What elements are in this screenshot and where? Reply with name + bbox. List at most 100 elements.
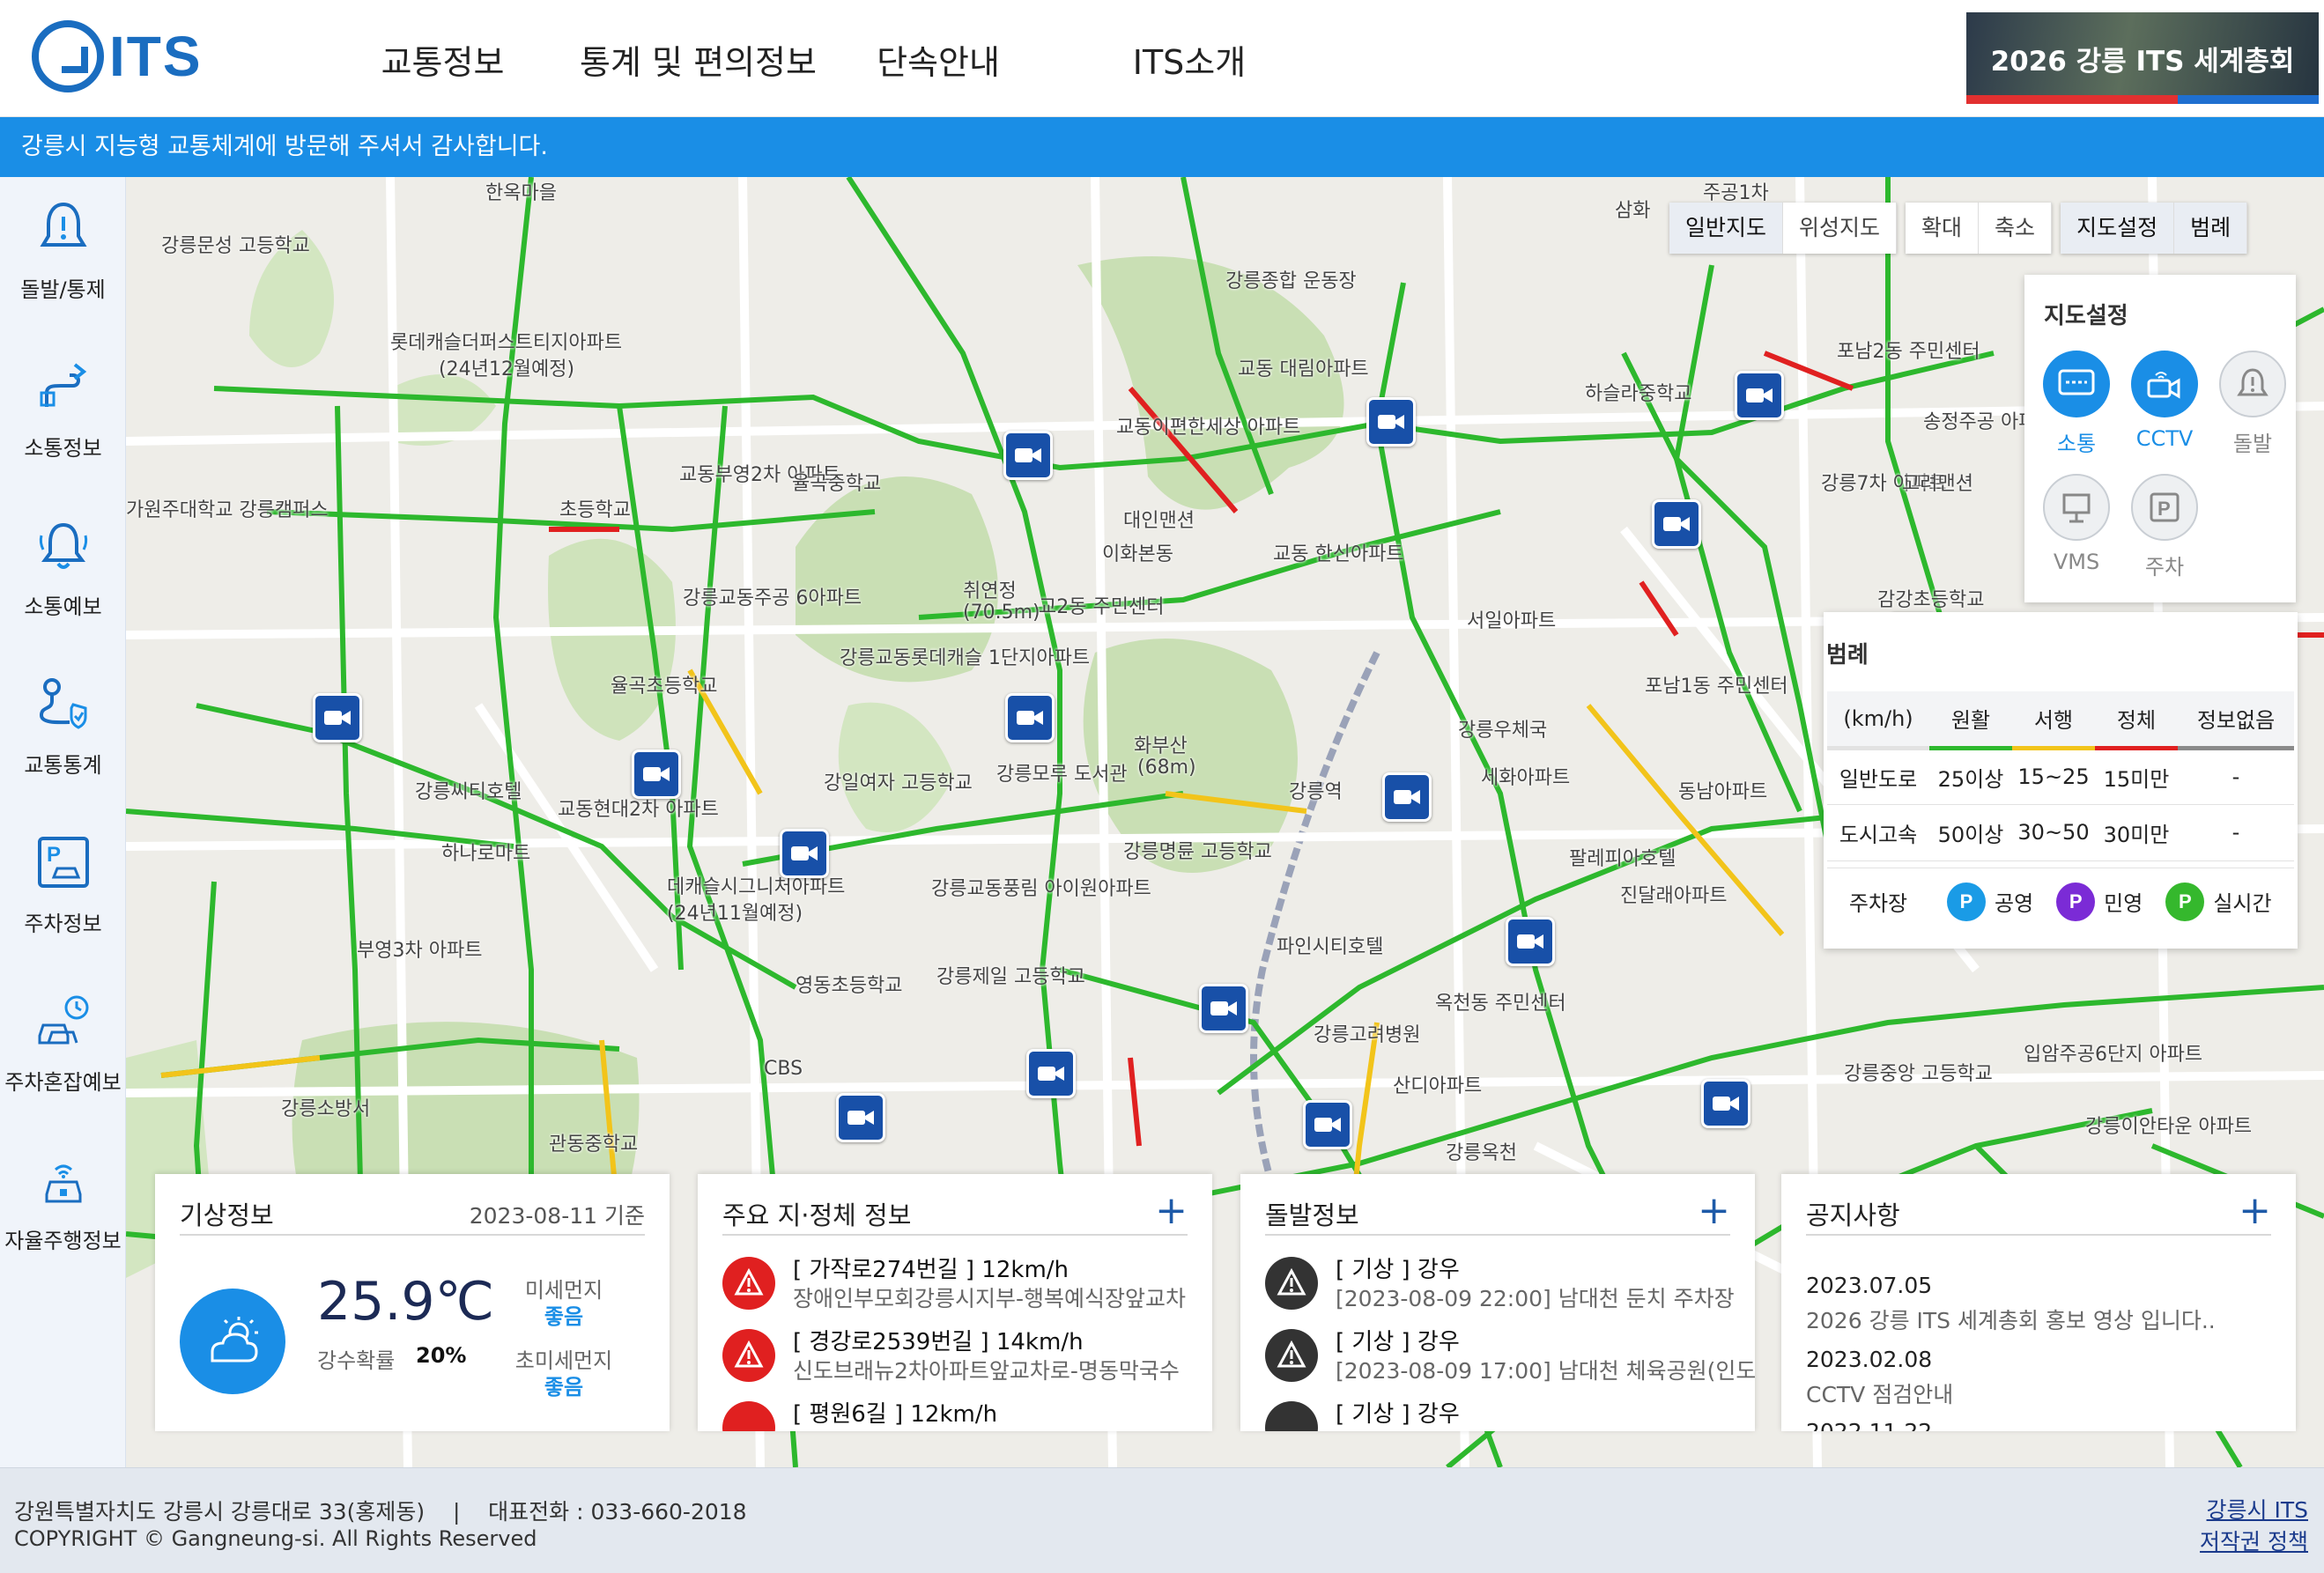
satellite-map-button[interactable]: 위성지도 <box>1783 203 1898 254</box>
map-place-label: 진달래아파트 <box>1620 885 1728 907</box>
sidebar-item-label: 교통통계 <box>24 753 102 778</box>
incident-item-title: [ 기상 ] 강우 <box>1336 1401 1460 1428</box>
map-place-label: 롯데캐슬더퍼스트티지아파트 <box>390 332 623 354</box>
layer-toggle-parking[interactable]: P 주차 <box>2125 474 2204 580</box>
weather-panel: 기상정보 2023-08-11 기준 25.9℃ 강수확률 20% 미세먼지 좋… <box>155 1174 670 1431</box>
cctv-marker[interactable] <box>1735 371 1784 420</box>
incident-icon <box>2219 351 2286 417</box>
congestion-more-button[interactable]: + <box>1155 1188 1188 1233</box>
cctv-marker[interactable] <box>780 829 829 878</box>
nav-enforcement[interactable]: 단속안내 <box>846 35 1031 84</box>
nav-traffic-info[interactable]: 교통정보 <box>335 35 551 84</box>
legend-table: (km/h) 원활 서행 정체 정보없음 일반도로 25이상 15~25 15미… <box>1827 691 2294 861</box>
incident-header: 돌발정보 + <box>1265 1188 1730 1236</box>
incident-item[interactable]: [ 기상 ] 강우 [2023-08-09 22:00] 남대천 둔치 주차장 <box>1265 1252 1737 1311</box>
footer-copyright: COPYRIGHT © Gangneung-si. All Rights Res… <box>14 1526 537 1551</box>
cctv-marker[interactable] <box>1382 772 1432 822</box>
incident-icon <box>1265 1257 1318 1310</box>
nav-statistics[interactable]: 통계 및 편의정보 <box>551 35 846 84</box>
parking-type-label: 공영 <box>1995 891 2034 916</box>
traffic-icon <box>2043 351 2110 417</box>
header: ITS 교통정보 통계 및 편의정보 단속안내 ITS소개 2026 강릉 IT… <box>0 0 2324 117</box>
map-place-label: 주공1차 <box>1703 182 1769 204</box>
incident-item[interactable]: [ 기상 ] 강우 [2023-08-09 17:00] 남대천 체육공원(인도 <box>1265 1324 1755 1384</box>
legend-cell: - <box>2178 748 2294 805</box>
incident-item[interactable]: [ 기상 ] 강우 <box>1265 1396 1737 1431</box>
cctv-marker[interactable] <box>632 750 681 799</box>
congestion-item-title: [ 평원6길 ] 12km/h <box>793 1401 998 1428</box>
legend-panel: 범례 (km/h) 원활 서행 정체 정보없음 일반도로 25이상 15~25 … <box>1824 612 2298 949</box>
map-place-label: 율곡중학교 <box>792 473 882 495</box>
its-congress-banner[interactable]: 2026 강릉 ITS 세계총회 <box>1966 12 2319 104</box>
map-place-label: 팔레피아호텔 <box>1569 848 1676 870</box>
notice-item[interactable]: 2023.07.05 2026 강릉 ITS 세계총회 홍보 영상 입니다.. <box>1806 1273 2216 1335</box>
cctv-camera-icon <box>1015 448 1041 462</box>
congestion-panel: 주요 지·정체 정보 + [ 가작로274번길 ] 12km/h 장애인부모회강… <box>698 1174 1212 1431</box>
congestion-header: 주요 지·정체 정보 + <box>722 1188 1188 1236</box>
cctv-marker[interactable] <box>1303 1100 1352 1149</box>
legend-cell: 15미만 <box>2095 748 2178 805</box>
layer-label: 주차 <box>2144 555 2185 580</box>
map-place-label: 세화아파트 <box>1481 767 1571 789</box>
sidebar-item-parking-forecast[interactable]: 주차혼잡예보 <box>0 970 126 1119</box>
map-place-label: 부영3차 아파트 <box>357 940 483 962</box>
map-place-label: (24년11월예정) <box>667 903 803 925</box>
cctv-marker[interactable] <box>1506 917 1555 966</box>
footer-link-its[interactable]: 강릉시 ITS <box>2200 1495 2308 1526</box>
layer-toggle-traffic[interactable]: 소통 <box>2037 351 2116 457</box>
map-place-label: 옥천동 주민센터 <box>1435 993 1566 1015</box>
layer-toggle-incident[interactable]: 돌발 <box>2213 351 2292 457</box>
map-place-label: 포남2동 주민센터 <box>1837 341 1980 363</box>
sidebar-item-parking[interactable]: P 주차정보 <box>0 811 126 961</box>
cctv-marker[interactable] <box>1005 693 1055 742</box>
cctv-marker[interactable] <box>1026 1049 1076 1098</box>
alert-icon <box>722 1257 775 1310</box>
notice-item[interactable]: 2022.11.22 <box>1806 1419 1932 1431</box>
nav-its-intro[interactable]: ITS소개 <box>1031 35 1348 84</box>
legend-header-slow: 서행 <box>2012 691 2095 750</box>
cctv-camera-icon <box>643 767 670 781</box>
cctv-marker[interactable] <box>1199 984 1248 1033</box>
zoom-in-button[interactable]: 확대 <box>1906 203 1980 254</box>
cctv-marker[interactable] <box>1701 1079 1750 1128</box>
map-place-label: 강릉소방서 <box>281 1098 371 1120</box>
logo-text: ITS <box>109 25 203 88</box>
zoom-out-button[interactable]: 축소 <box>1979 203 2053 254</box>
incident-more-button[interactable]: + <box>1698 1188 1730 1233</box>
map-place-label: 이화본동 <box>1102 543 1173 565</box>
sidebar-item-statistics[interactable]: 교통통계 <box>0 653 126 802</box>
sidebar-item-incident[interactable]: 돌발/통제 <box>0 177 126 327</box>
cctv-marker[interactable] <box>836 1093 885 1142</box>
map-place-label: 교동이편한세상 아파트 <box>1116 417 1301 439</box>
map-settings-button[interactable]: 지도설정 <box>2061 203 2175 254</box>
weather-header: 기상정보 2023-08-11 기준 <box>180 1190 645 1236</box>
map-place-label: 서일아파트 <box>1467 610 1557 632</box>
map-settings-title: 지도설정 <box>2044 303 2128 329</box>
cctv-marker[interactable] <box>1366 397 1416 447</box>
sidebar-item-label: 주차정보 <box>24 912 102 936</box>
its-logo[interactable]: ITS <box>32 16 226 97</box>
cctv-marker[interactable] <box>1652 499 1701 549</box>
legend-cell: 30미만 <box>2095 804 2178 861</box>
sidebar-item-autonomous[interactable]: 자율주행정보 <box>0 1128 126 1278</box>
congestion-item[interactable]: [ 평원6길 ] 12km/h <box>722 1396 1195 1431</box>
normal-map-button[interactable]: 일반지도 <box>1669 203 1784 254</box>
main-nav: 교통정보 통계 및 편의정보 단속안내 ITS소개 <box>335 35 1348 84</box>
cctv-marker[interactable] <box>1003 431 1053 480</box>
sidebar-item-label: 돌발/통제 <box>20 277 106 302</box>
layer-toggle-cctv[interactable]: CCTV <box>2125 351 2204 451</box>
congestion-item[interactable]: [ 경강로2539번길 ] 14km/h 신도브래뉴2차아파트앞교차로-명동막국… <box>722 1324 1195 1384</box>
cctv-marker[interactable] <box>313 693 362 742</box>
cctv-camera-icon <box>324 711 351 725</box>
layer-toggle-vms[interactable]: VMS <box>2037 474 2116 574</box>
footer-links: 강릉시 ITS 저작권 정책 <box>2200 1495 2308 1558</box>
notice-item[interactable]: 2023.02.08 CCTV 점검안내 <box>1806 1347 1953 1409</box>
sidebar-item-traffic[interactable]: 소통정보 <box>0 336 126 485</box>
sidebar-item-forecast[interactable]: 소통예보 <box>0 494 126 644</box>
parking-type-label: 민영 <box>2104 891 2143 916</box>
congestion-item[interactable]: [ 가작로274번길 ] 12km/h 장애인부모회강릉시지부-행복예식장앞교차 <box>722 1252 1195 1311</box>
legend-button[interactable]: 범례 <box>2174 203 2248 254</box>
footer-link-copyright-policy[interactable]: 저작권 정책 <box>2200 1526 2308 1558</box>
vms-icon <box>2043 474 2110 541</box>
notice-more-button[interactable]: + <box>2239 1188 2271 1233</box>
